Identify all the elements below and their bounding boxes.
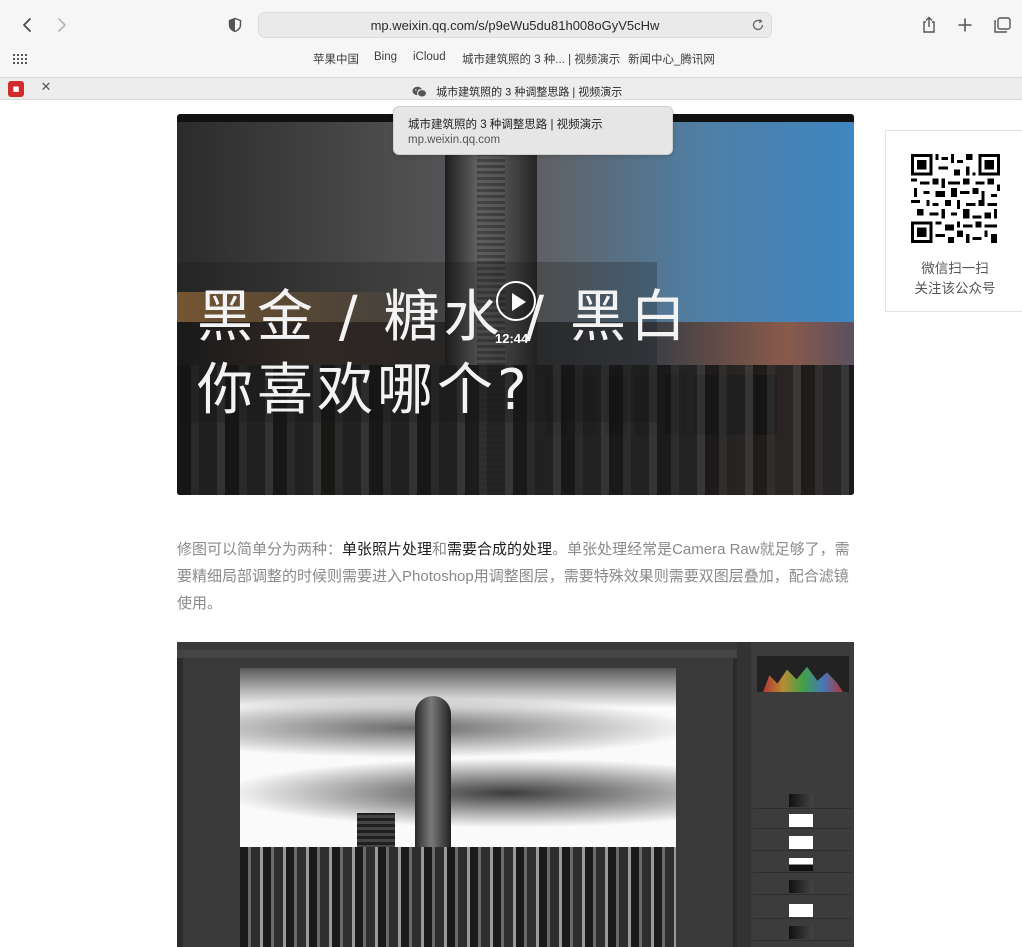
play-icon[interactable] bbox=[496, 281, 536, 321]
qr-caption-scan: 微信扫一扫 bbox=[921, 261, 989, 276]
forward-icon bbox=[58, 18, 66, 32]
wechat-icon bbox=[412, 86, 427, 98]
address-bar[interactable]: mp.weixin.qq.com/s/p9eWu5du81h008oGyV5cH… bbox=[258, 12, 772, 38]
browser-toolbar: mp.weixin.qq.com/s/p9eWu5du81h008oGyV5cH… bbox=[0, 0, 1022, 77]
video-duration: 12:44 bbox=[495, 331, 529, 346]
tab-overview-icon bbox=[994, 17, 1011, 33]
forward-button[interactable] bbox=[47, 10, 77, 40]
para-highlight-single: 单张照片处理 bbox=[342, 541, 433, 558]
para-highlight-composite: 需要合成的处理 bbox=[447, 541, 553, 558]
tooltip-domain: mp.weixin.qq.com bbox=[408, 134, 501, 146]
tab-overview-button[interactable] bbox=[987, 10, 1017, 40]
tab-title: 城市建筑照的 3 种调整思路 | 视频演示 bbox=[436, 86, 623, 99]
back-icon bbox=[23, 18, 31, 32]
video-thumbnail: 黑金 / 糖水 / 黑白 你喜欢哪个? 12:44 bbox=[177, 122, 854, 495]
share-button[interactable] bbox=[914, 10, 944, 40]
para-text-1: 修图可以简单分为两种： bbox=[177, 541, 343, 558]
qr-code-panel: 微信扫一扫 关注该公众号 bbox=[885, 130, 1022, 312]
bookmark-icloud[interactable]: iCloud bbox=[413, 51, 446, 63]
pinned-tab-favicon[interactable]: ■ bbox=[8, 81, 24, 97]
bookmark-article[interactable]: 城市建筑照的 3 种... | 视频演示 bbox=[462, 51, 620, 67]
article-image-photoshop bbox=[177, 642, 854, 947]
video-title-line1: 黑金 / 糖水 / 黑白 bbox=[197, 285, 690, 350]
privacy-shield-icon bbox=[228, 17, 242, 33]
qr-code bbox=[911, 154, 1000, 243]
back-button[interactable] bbox=[12, 10, 42, 40]
new-tab-icon bbox=[958, 18, 972, 32]
privacy-button[interactable] bbox=[221, 11, 249, 39]
url-text: mp.weixin.qq.com/s/p9eWu5du81h008oGyV5cH… bbox=[370, 18, 660, 33]
bookmark-apple-china[interactable]: 苹果中国 bbox=[313, 51, 359, 67]
qr-caption-follow: 关注该公众号 bbox=[914, 281, 996, 296]
video-title-line2: 你喜欢哪个? bbox=[197, 358, 531, 423]
tab-tooltip: 城市建筑照的 3 种调整思路 | 视频演示 mp.weixin.qq.com bbox=[393, 106, 673, 155]
tab-bar: ■ ✕ 城市建筑照的 3 种调整思路 | 视频演示 bbox=[0, 77, 1022, 100]
tooltip-title: 城市建筑照的 3 种调整思路 | 视频演示 bbox=[408, 119, 603, 131]
active-tab[interactable]: 城市建筑照的 3 种调整思路 | 视频演示 bbox=[412, 81, 623, 99]
bookmark-tencent-news[interactable]: 新闻中心_腾讯网 bbox=[628, 51, 715, 67]
favorites-bar: 苹果中国 Bing iCloud 城市建筑照的 3 种... | 视频演示 新闻… bbox=[0, 51, 1022, 67]
para-text-2: 和 bbox=[432, 541, 448, 558]
article-paragraph: 修图可以简单分为两种：单张照片处理和需要合成的处理。单张处理经常是Camera … bbox=[177, 536, 854, 617]
new-tab-button[interactable] bbox=[950, 10, 980, 40]
bookmark-bing[interactable]: Bing bbox=[374, 51, 397, 63]
video-player[interactable]: 黑金 / 糖水 / 黑白 你喜欢哪个? 12:44 bbox=[177, 114, 854, 495]
share-icon bbox=[923, 16, 935, 33]
close-icon[interactable]: ✕ bbox=[39, 80, 53, 96]
reload-icon[interactable] bbox=[751, 18, 765, 32]
